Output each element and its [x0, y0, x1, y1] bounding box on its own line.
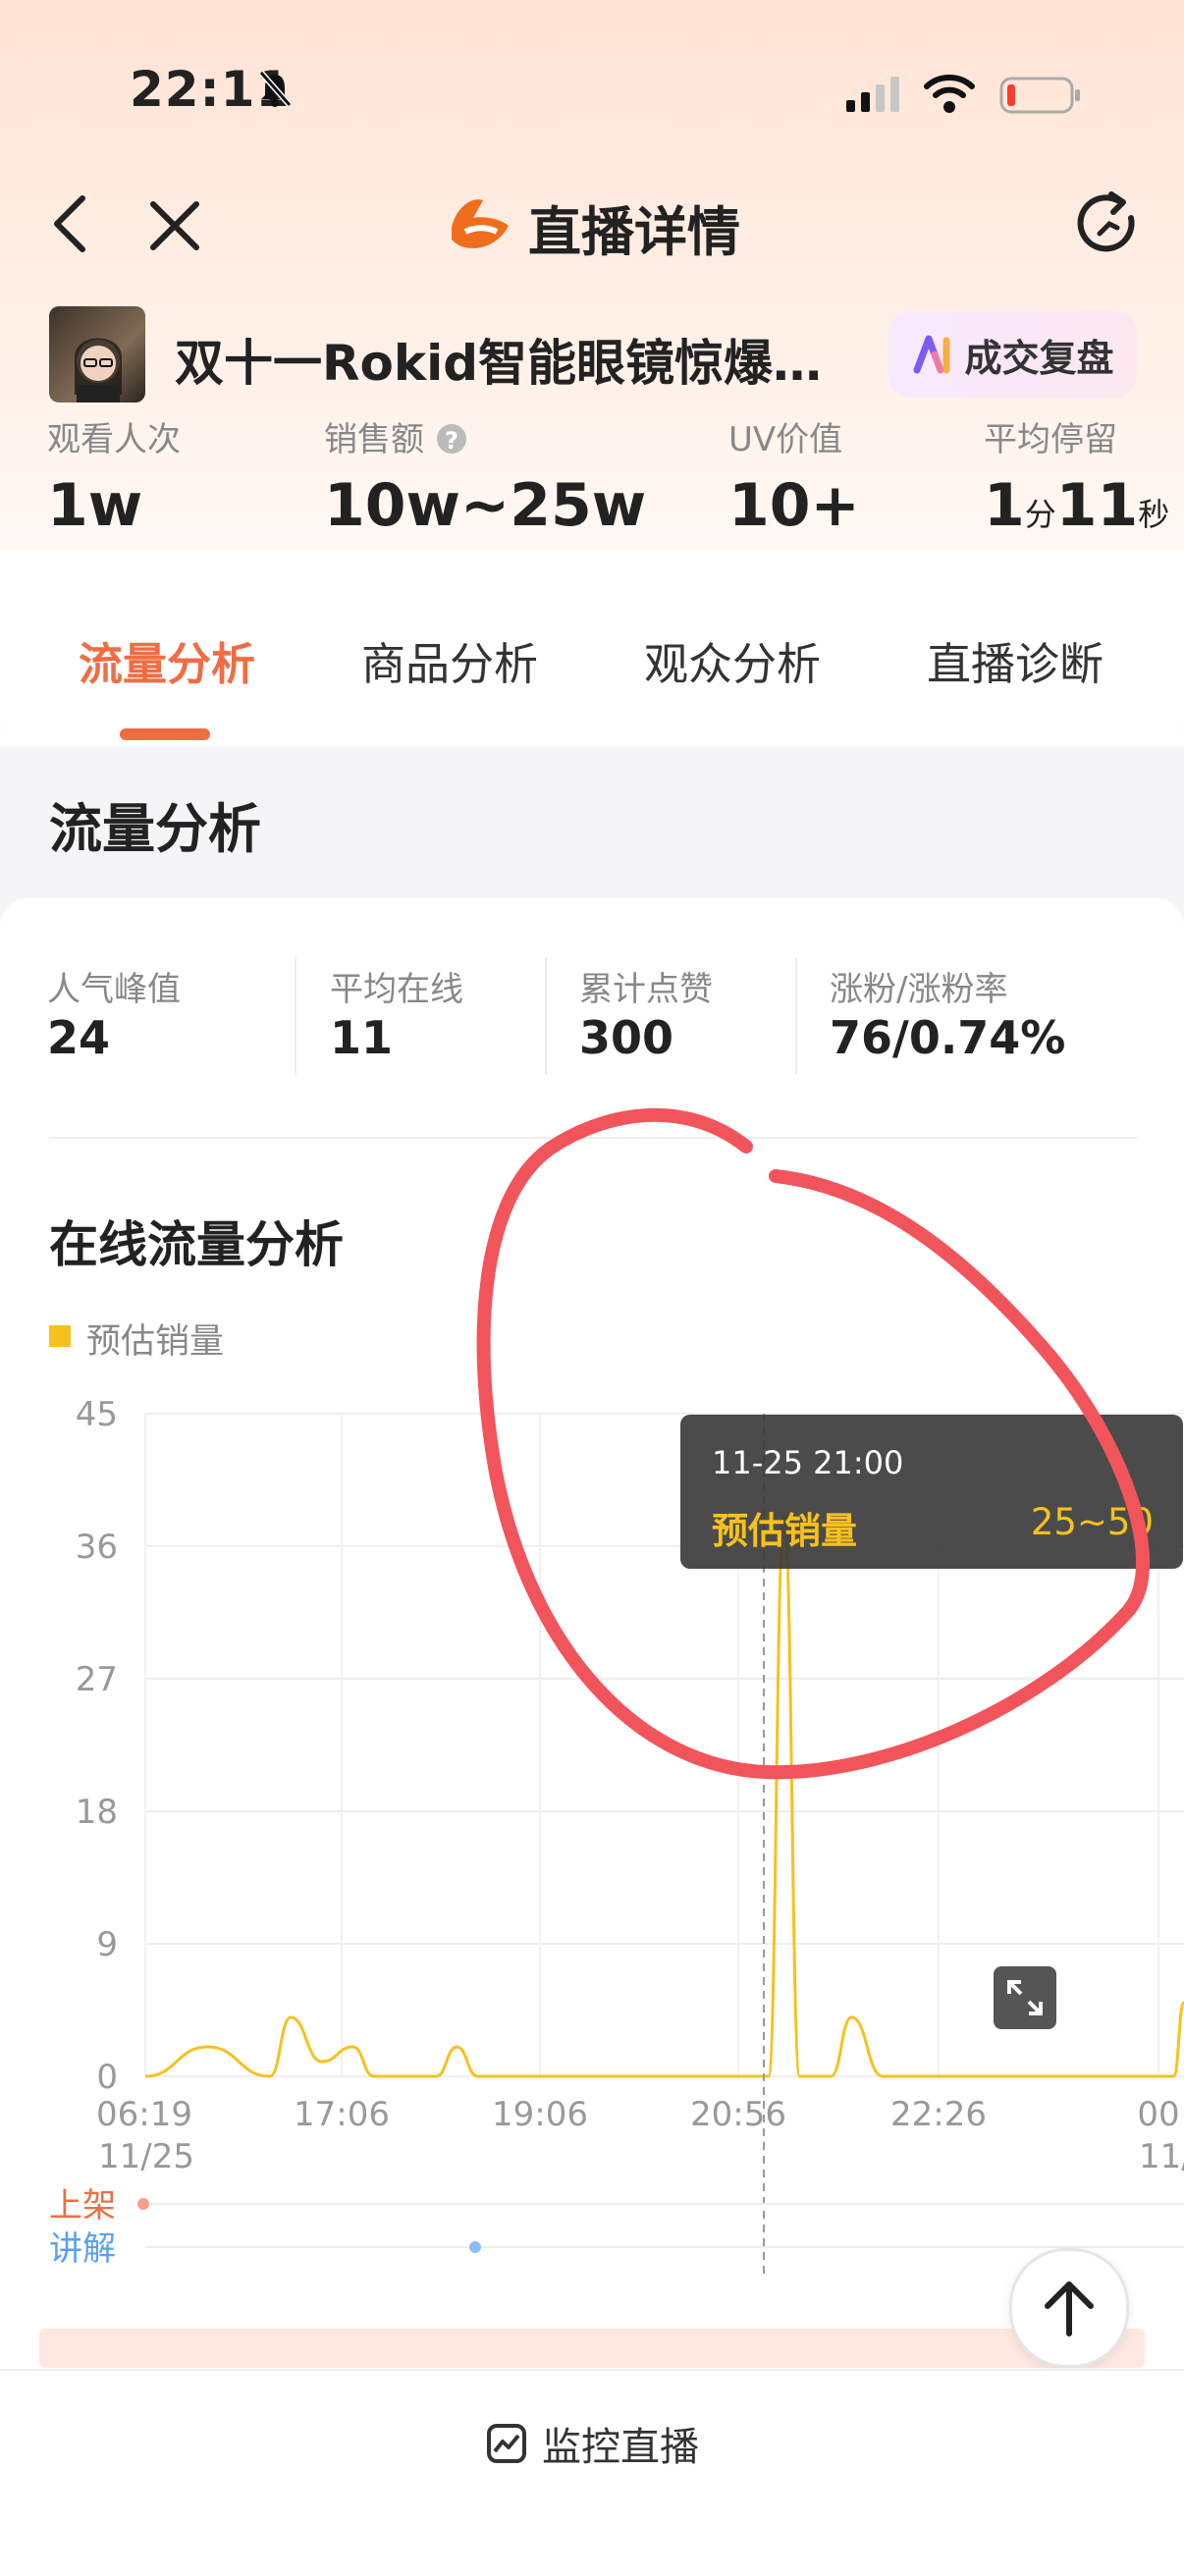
expand-icon	[1007, 1980, 1043, 2015]
x-subtick-label: 11/25	[98, 2137, 194, 2176]
listing-event-dot[interactable]	[137, 2198, 149, 2210]
refresh-icon[interactable]	[1074, 188, 1145, 259]
chart-range-slider[interactable]	[39, 2329, 1145, 2368]
chart-tooltip: 11-25 21:00 预估销量 25~50	[680, 1415, 1183, 1569]
divider	[49, 1137, 1137, 1139]
y-tick-label: 27	[76, 1660, 118, 1699]
metric-label-stay: 平均停留	[984, 420, 1117, 459]
monitor-live-label: 监控直播	[542, 2425, 699, 2470]
x-tick-label: 17:06	[294, 2095, 390, 2134]
back-chevron-icon[interactable]	[47, 192, 90, 255]
streamer-avatar[interactable]	[49, 306, 145, 402]
stat-label-followers: 涨粉/涨粉率	[830, 970, 1008, 1009]
deal-review-button[interactable]: 成交复盘	[888, 311, 1137, 398]
live-title[interactable]: 双十一Rokid智能眼镜惊爆…	[175, 324, 862, 395]
cellular-signal-icon	[846, 77, 899, 112]
stat-value-followers: 76/0.74%	[830, 1011, 1066, 1064]
metric-value-uv: 10+	[728, 471, 860, 540]
tab-diagnosis[interactable]: 直播诊断	[927, 628, 1103, 692]
y-tick-label: 18	[76, 1793, 118, 1832]
app-logo-icon	[452, 199, 509, 248]
y-tick-label: 36	[76, 1528, 118, 1567]
tooltip-date: 11-25 21:00	[712, 1444, 904, 1481]
scroll-top-button[interactable]	[1009, 2248, 1129, 2368]
legend-label[interactable]: 预估销量	[86, 1314, 224, 1364]
svg-text:?: ?	[445, 427, 458, 455]
tab-indicator	[120, 728, 210, 740]
monitor-chart-icon	[487, 2424, 526, 2463]
chart-title: 在线流量分析	[49, 1216, 344, 1273]
stat-value-peak: 24	[47, 1011, 111, 1064]
event-row-label-listing: 上架	[49, 2186, 116, 2226]
metric-label-uv: UV价值	[728, 420, 843, 459]
stat-value-avg-online: 11	[330, 1011, 394, 1064]
expand-chart-button[interactable]	[994, 1966, 1056, 2029]
section-title: 流量分析	[49, 798, 261, 860]
tab-audience[interactable]: 观众分析	[644, 628, 821, 692]
legend-swatch	[49, 1325, 71, 1347]
metric-value-views: 1w	[47, 471, 143, 540]
wifi-icon	[924, 75, 975, 113]
battery-icon	[999, 77, 1080, 114]
x-tick-label: 06:19	[96, 2095, 192, 2134]
tooltip-value: 25~50	[1030, 1501, 1154, 1543]
stat-label-avg-online: 平均在线	[330, 970, 463, 1009]
stat-divider	[795, 957, 797, 1075]
metric-label-sales: 销售额 ?	[324, 412, 468, 460]
deal-review-label: 成交复盘	[964, 336, 1114, 380]
stat-label-peak: 人气峰值	[47, 970, 181, 1009]
stat-divider	[295, 957, 296, 1075]
tab-traffic[interactable]: 流量分析	[79, 628, 255, 692]
arrow-up-icon	[1045, 2281, 1094, 2336]
metric-label-views: 观看人次	[47, 420, 181, 459]
x-tick-label: 20:56	[690, 2095, 786, 2134]
bottom-bar	[0, 2369, 1184, 2576]
ai-spark-icon	[913, 335, 950, 374]
help-icon[interactable]: ?	[435, 422, 468, 456]
page-title: 直播详情	[528, 201, 740, 263]
tab-products[interactable]: 商品分析	[361, 628, 538, 692]
metric-value-stay: 1分11秒	[984, 471, 1170, 540]
metric-value-sales: 10w~25w	[324, 471, 647, 540]
close-icon[interactable]	[147, 198, 202, 253]
stat-divider	[545, 957, 547, 1075]
event-row-label-explain: 讲解	[49, 2229, 116, 2269]
tooltip-series: 预估销量	[712, 1510, 857, 1552]
stat-value-likes: 300	[579, 1011, 674, 1064]
explain-event-dot[interactable]	[469, 2241, 481, 2253]
y-tick-label: 45	[76, 1395, 118, 1434]
mute-bell-icon	[258, 71, 293, 107]
x-subtick-label: 11/	[1139, 2137, 1184, 2176]
x-tick-label: 22:26	[890, 2095, 987, 2134]
monitor-live-button[interactable]: 监控直播	[0, 2415, 1184, 2472]
stat-label-likes: 累计点赞	[579, 970, 713, 1009]
x-tick-label: 19:06	[492, 2095, 588, 2134]
y-tick-label: 0	[96, 2058, 118, 2097]
y-tick-label: 9	[96, 1925, 118, 1964]
x-tick-label: 00	[1137, 2095, 1179, 2134]
